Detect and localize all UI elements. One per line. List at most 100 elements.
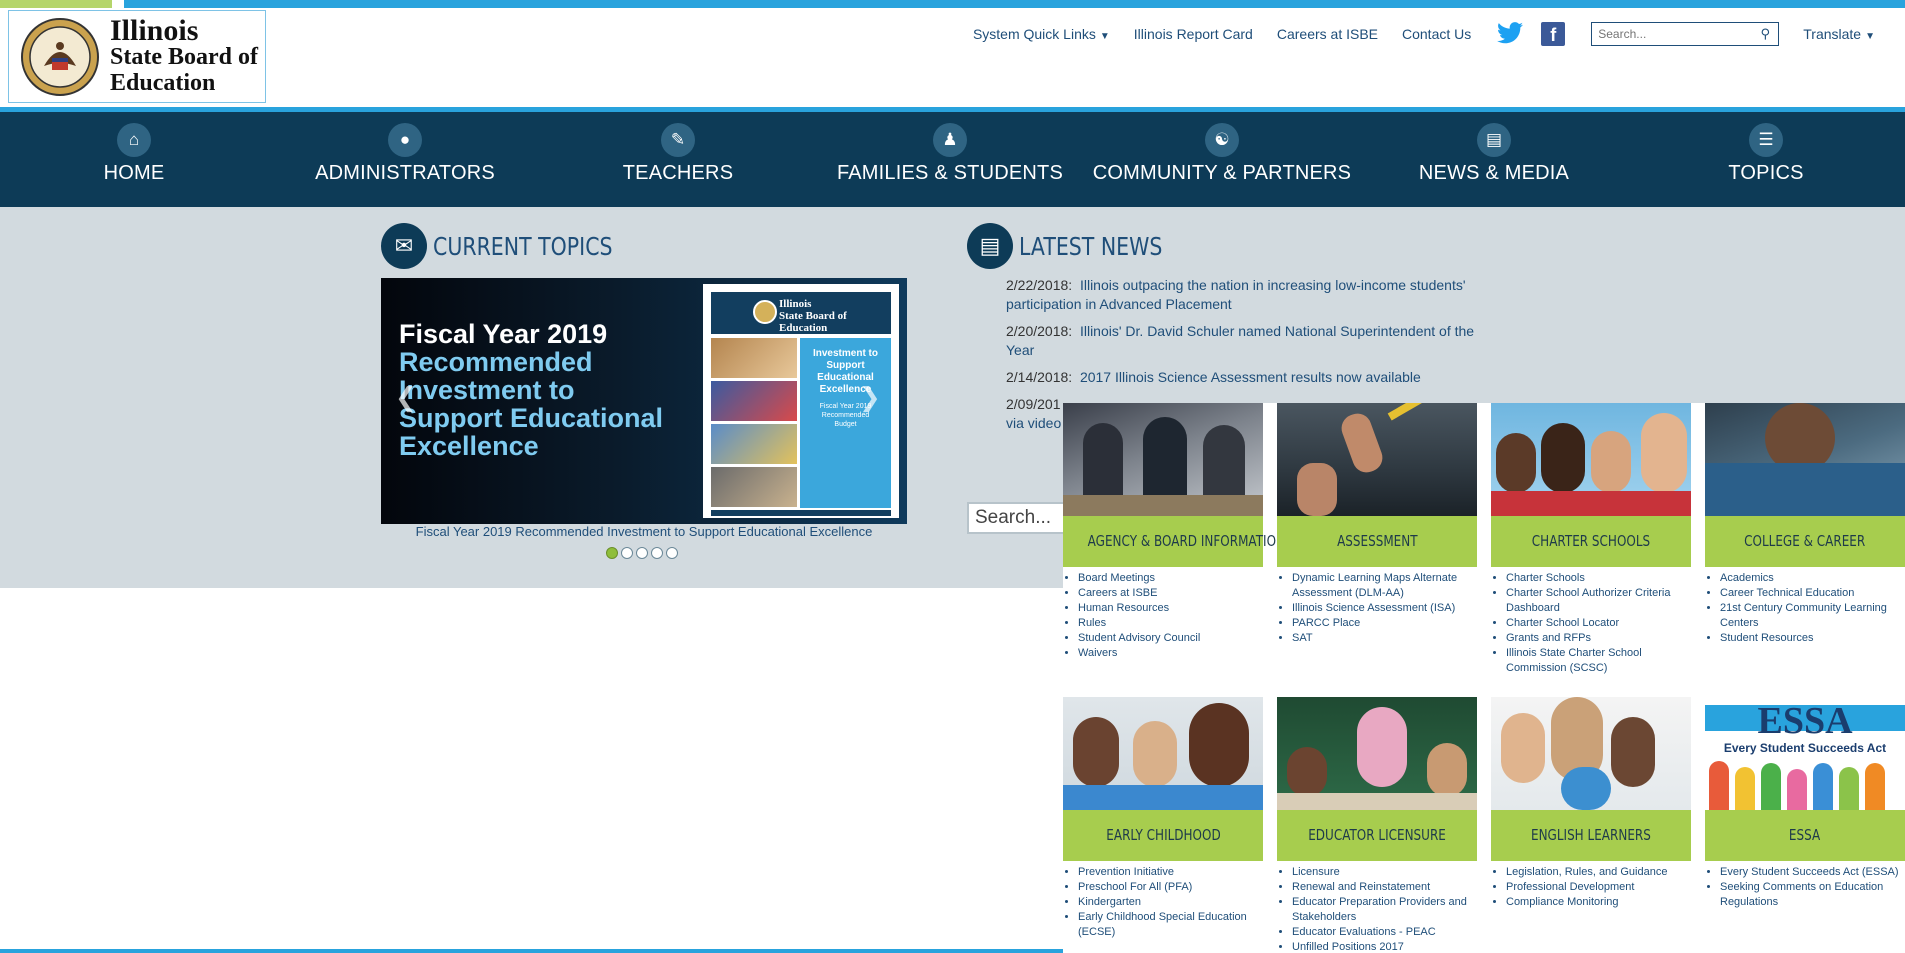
tile-link[interactable]: 21st Century Community Learning Centers bbox=[1720, 601, 1905, 631]
nav-community-partners[interactable]: ☯ COMMUNITY & PARTNERS bbox=[1086, 112, 1358, 207]
tile-link[interactable]: Rules bbox=[1078, 616, 1263, 631]
header-search-input[interactable] bbox=[1592, 24, 1757, 44]
news-search-input[interactable]: Search... bbox=[967, 502, 1067, 534]
news-link[interactable]: Illinois outpacing the nation in increas… bbox=[1006, 277, 1466, 312]
carousel-dot-2[interactable] bbox=[621, 547, 633, 559]
chevron-left-icon[interactable]: ❮ bbox=[395, 382, 417, 413]
tile-link[interactable]: Human Resources bbox=[1078, 601, 1263, 616]
contact-link[interactable]: Contact Us bbox=[1402, 26, 1471, 42]
facebook-icon[interactable]: f bbox=[1541, 22, 1566, 46]
tile-charter-schools-title[interactable]: CHARTER SCHOOLS bbox=[1491, 516, 1691, 567]
topics-carousel[interactable]: Fiscal Year 2019 Recommended Investment … bbox=[381, 278, 907, 524]
slide-line-2: Recommended bbox=[399, 347, 593, 377]
news-link[interactable]: 2017 Illinois Science Assessment results… bbox=[1080, 369, 1421, 385]
tile-link[interactable]: Charter Schools bbox=[1506, 571, 1691, 586]
cover-title-3: Education bbox=[779, 322, 828, 334]
nav-news-label: NEWS & MEDIA bbox=[1418, 162, 1570, 184]
quick-links-dropdown[interactable]: System Quick Links ▼ bbox=[973, 26, 1110, 42]
tile-early-childhood: EARLY CHILDHOOD Prevention Initiative Pr… bbox=[1063, 697, 1263, 940]
tile-link-list: Academics Career Technical Education 21s… bbox=[1705, 571, 1905, 646]
tile-link[interactable]: Educator Evaluations - PEAC bbox=[1292, 925, 1477, 940]
careers-link[interactable]: Careers at ISBE bbox=[1277, 26, 1378, 42]
nav-families-students[interactable]: ♟ FAMILIES & STUDENTS bbox=[814, 112, 1086, 207]
tile-link[interactable]: Kindergarten bbox=[1078, 895, 1263, 910]
chevron-right-icon[interactable]: ❯ bbox=[859, 382, 881, 413]
tile-link[interactable]: SAT bbox=[1292, 631, 1477, 646]
tile-link[interactable]: Illinois State Charter School Commission… bbox=[1506, 646, 1691, 676]
carousel-caption[interactable]: Fiscal Year 2019 Recommended Investment … bbox=[381, 524, 907, 539]
nav-administrators[interactable]: ● ADMINISTRATORS bbox=[268, 112, 542, 207]
report-card-link[interactable]: Illinois Report Card bbox=[1134, 26, 1253, 42]
tile-link[interactable]: Unfilled Positions 2017 bbox=[1292, 940, 1477, 953]
nav-news-media[interactable]: ▤ NEWS & MEDIA bbox=[1358, 112, 1630, 207]
nav-families-label: FAMILIES & STUDENTS bbox=[836, 162, 1064, 184]
tile-link[interactable]: Educator Preparation Providers and Stake… bbox=[1292, 895, 1477, 925]
tile-link[interactable]: Legislation, Rules, and Guidance bbox=[1506, 865, 1691, 880]
tile-link[interactable]: Career Technical Education bbox=[1720, 586, 1905, 601]
tile-link[interactable]: Dynamic Learning Maps Alternate Assessme… bbox=[1292, 571, 1477, 601]
tile-link[interactable]: Seeking Comments on Education Regulation… bbox=[1720, 880, 1905, 910]
tile-english-learners: ENGLISH LEARNERS Legislation, Rules, and… bbox=[1491, 697, 1691, 910]
tile-assessment-title[interactable]: ASSESSMENT bbox=[1277, 516, 1477, 567]
tile-link[interactable]: Every Student Succeeds Act (ESSA) bbox=[1720, 865, 1905, 880]
utility-nav: System Quick Links ▼ Illinois Report Card… bbox=[973, 22, 1905, 46]
tile-photo[interactable] bbox=[1491, 697, 1691, 810]
tile-photo[interactable] bbox=[1277, 403, 1477, 516]
tile-link[interactable]: Student Resources bbox=[1720, 631, 1905, 646]
nav-home-label: HOME bbox=[103, 162, 165, 184]
tile-link[interactable]: Preschool For All (PFA) bbox=[1078, 880, 1263, 895]
tile-link[interactable]: Professional Development bbox=[1506, 880, 1691, 895]
tile-link-list: Charter Schools Charter School Authorize… bbox=[1491, 571, 1691, 676]
slide-line-1: Fiscal Year 2019 bbox=[399, 319, 608, 349]
tile-photo[interactable] bbox=[1063, 403, 1263, 516]
tile-link[interactable]: Waivers bbox=[1078, 646, 1263, 661]
tile-link-list: Board Meetings Careers at ISBE Human Res… bbox=[1063, 571, 1263, 661]
tile-early-childhood-title[interactable]: EARLY CHILDHOOD bbox=[1063, 810, 1263, 861]
tile-link[interactable]: Early Childhood Special Education (ECSE) bbox=[1078, 910, 1263, 940]
nav-home[interactable]: ⌂ HOME bbox=[0, 112, 268, 207]
tile-link[interactable]: Academics bbox=[1720, 571, 1905, 586]
tile-link[interactable]: Charter School Locator bbox=[1506, 616, 1691, 631]
tile-link[interactable]: Compliance Monitoring bbox=[1506, 895, 1691, 910]
tile-link[interactable]: Illinois Science Assessment (ISA) bbox=[1292, 601, 1477, 616]
newspaper-icon: ▤ bbox=[1477, 123, 1511, 157]
carousel-dot-5[interactable] bbox=[666, 547, 678, 559]
tile-link[interactable]: Prevention Initiative bbox=[1078, 865, 1263, 880]
tile-essa-title[interactable]: ESSA bbox=[1705, 810, 1905, 861]
twitter-icon[interactable] bbox=[1495, 22, 1525, 46]
search-icon[interactable]: ⚲ bbox=[1756, 24, 1774, 44]
carousel-dot-3[interactable] bbox=[636, 547, 648, 559]
newspaper-icon: ▤ bbox=[967, 223, 1013, 269]
tile-link[interactable]: Board Meetings bbox=[1078, 571, 1263, 586]
news-item: 2/22/2018: Illinois outpacing the nation… bbox=[1006, 276, 1486, 314]
tile-link[interactable]: Grants and RFPs bbox=[1506, 631, 1691, 646]
tile-link[interactable]: Renewal and Reinstatement bbox=[1292, 880, 1477, 895]
tile-english-learners-title[interactable]: ENGLISH LEARNERS bbox=[1491, 810, 1691, 861]
tile-college-career-title[interactable]: COLLEGE & CAREER bbox=[1705, 516, 1905, 567]
tile-photo[interactable]: ESSA Every Student Succeeds Act bbox=[1705, 697, 1905, 810]
logo-text: Illinois State Board of Education bbox=[110, 15, 258, 96]
carousel-dot-4[interactable] bbox=[651, 547, 663, 559]
news-link-overflow[interactable]: via video bbox=[1006, 415, 1061, 431]
tile-link[interactable]: PARCC Place bbox=[1292, 616, 1477, 631]
tile-link[interactable]: Licensure bbox=[1292, 865, 1477, 880]
tile-link[interactable]: Careers at ISBE bbox=[1078, 586, 1263, 601]
site-logo[interactable]: Illinois State Board of Education bbox=[8, 10, 266, 103]
tile-photo[interactable] bbox=[1277, 697, 1477, 810]
tile-photo[interactable] bbox=[1491, 403, 1691, 516]
speech-bubble-icon: ✉ bbox=[381, 223, 427, 269]
tile-educator-licensure-title[interactable]: EDUCATOR LICENSURE bbox=[1277, 810, 1477, 861]
nav-topics[interactable]: ☰ TOPICS bbox=[1630, 112, 1902, 207]
slide-headline: Fiscal Year 2019 Recommended Investment … bbox=[399, 320, 663, 460]
cover-box-line-1: Investment to bbox=[812, 348, 878, 359]
translate-dropdown[interactable]: Translate ▼ bbox=[1803, 26, 1875, 42]
tile-agency-board-title[interactable]: AGENCY & BOARD INFORMATION bbox=[1063, 516, 1285, 567]
tile-photo[interactable] bbox=[1063, 697, 1263, 810]
tile-photo[interactable] bbox=[1705, 403, 1905, 516]
news-link[interactable]: Illinois' Dr. David Schuler named Nation… bbox=[1006, 323, 1474, 358]
tile-link[interactable]: Student Advisory Council bbox=[1078, 631, 1263, 646]
nav-teachers[interactable]: ✎ TEACHERS bbox=[542, 112, 814, 207]
carousel-dot-1[interactable] bbox=[606, 547, 618, 559]
tile-link[interactable]: Charter School Authorizer Criteria Dashb… bbox=[1506, 586, 1691, 616]
main-nav: ⌂ HOME ● ADMINISTRATORS ✎ TEACHERS ♟ FAM… bbox=[0, 112, 1905, 207]
